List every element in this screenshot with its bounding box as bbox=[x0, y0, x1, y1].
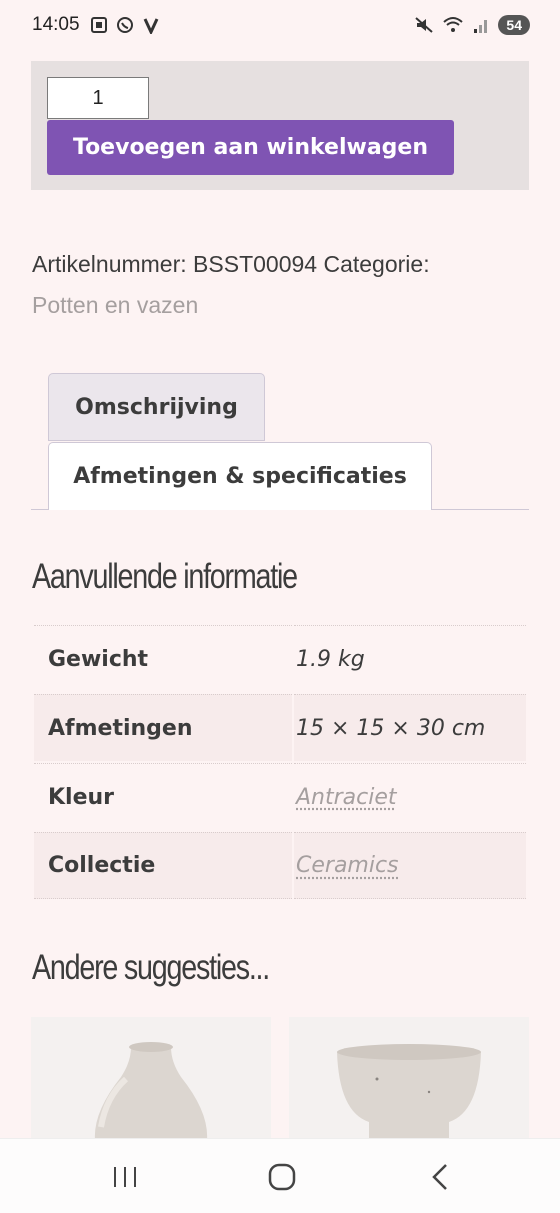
table-row: Collectie Ceramics bbox=[34, 832, 526, 899]
sku-value: BSST00094 bbox=[193, 251, 318, 277]
attribute-value: Antraciet bbox=[294, 763, 526, 830]
back-icon bbox=[432, 1164, 447, 1190]
vase-image bbox=[94, 1042, 208, 1140]
wifi-icon bbox=[443, 17, 464, 32]
category-label: Categorie: bbox=[323, 251, 430, 277]
attribute-label: Collectie bbox=[34, 832, 292, 899]
attribute-value: Ceramics bbox=[294, 832, 526, 899]
battery-indicator: 54 bbox=[498, 15, 530, 35]
category-link[interactable]: Potten en vazen bbox=[32, 285, 532, 326]
recent-apps-button[interactable] bbox=[95, 1157, 155, 1197]
color-link[interactable]: Antraciet bbox=[296, 785, 397, 810]
product-meta: Artikelnummer: BSST00094 Categorie: Pott… bbox=[32, 244, 532, 326]
back-button[interactable] bbox=[410, 1157, 470, 1197]
whatsapp-icon bbox=[116, 17, 133, 33]
mute-icon bbox=[415, 17, 434, 33]
additional-info-title: Aanvullende informatie bbox=[32, 557, 298, 596]
v-app-icon bbox=[143, 18, 158, 34]
tab-specifications[interactable]: Afmetingen & specificaties bbox=[48, 442, 432, 510]
home-button[interactable] bbox=[252, 1157, 312, 1197]
sku-label: Artikelnummer: bbox=[32, 251, 187, 277]
attribute-value: 15 × 15 × 30 cm bbox=[294, 694, 526, 761]
add-to-cart-form: 1 Toevoegen aan winkelwagen bbox=[31, 61, 529, 190]
suggestions-title: Andere suggesties... bbox=[32, 948, 270, 987]
recent-apps-icon bbox=[114, 1167, 136, 1187]
attributes-table: Gewicht 1.9 kg Afmetingen 15 × 15 × 30 c… bbox=[32, 623, 528, 901]
attribute-label: Gewicht bbox=[34, 625, 292, 692]
tab-description[interactable]: Omschrijving bbox=[48, 373, 265, 441]
signal-icon bbox=[474, 20, 488, 33]
table-row: Afmetingen 15 × 15 × 30 cm bbox=[34, 694, 526, 761]
product-card-vase[interactable] bbox=[31, 1017, 271, 1140]
status-bar: 14:05 54 bbox=[0, 0, 560, 50]
product-tabs: Omschrijving Afmetingen & specificaties bbox=[31, 372, 529, 511]
product-card-bowl[interactable] bbox=[289, 1017, 529, 1140]
attribute-label: Afmetingen bbox=[34, 694, 292, 761]
screenshot-icon bbox=[90, 17, 107, 33]
attribute-label: Kleur bbox=[34, 763, 292, 830]
add-to-cart-button[interactable]: Toevoegen aan winkelwagen bbox=[47, 120, 454, 175]
quantity-input[interactable]: 1 bbox=[47, 77, 149, 119]
attribute-value: 1.9 kg bbox=[294, 625, 526, 692]
home-icon bbox=[268, 1163, 296, 1191]
status-time: 14:05 bbox=[32, 14, 80, 35]
bowl-image bbox=[337, 1044, 481, 1140]
system-nav-bar bbox=[0, 1138, 560, 1213]
table-row: Gewicht 1.9 kg bbox=[34, 625, 526, 692]
collection-link[interactable]: Ceramics bbox=[296, 853, 399, 878]
table-row: Kleur Antraciet bbox=[34, 763, 526, 830]
